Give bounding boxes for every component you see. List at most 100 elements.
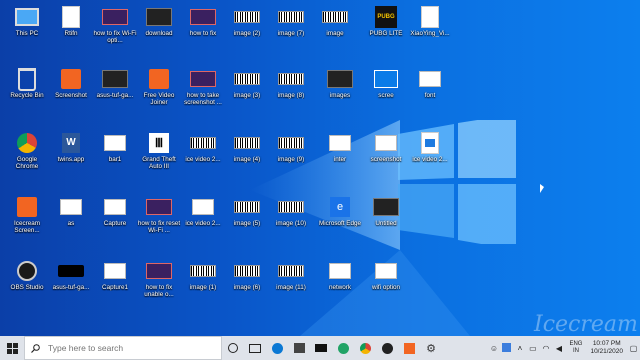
white-icon	[189, 196, 217, 218]
code-icon	[233, 260, 261, 282]
desktop-icon[interactable]: Rtifn	[49, 6, 93, 37]
desktop-icon[interactable]: ice video 2...	[408, 132, 452, 163]
desktop-icon[interactable]: how to fix Wi-Fi opti...	[93, 6, 137, 44]
desktop-icon-label: Google Chrome	[15, 156, 39, 171]
desktop-icon-label: Free Video Joiner	[143, 92, 175, 107]
obs-icon[interactable]	[376, 336, 398, 360]
desktop-icon[interactable]: image (6)	[225, 260, 269, 291]
chevron-up-icon[interactable]: ˄	[513, 344, 526, 353]
desktop-icon[interactable]: image	[313, 6, 357, 37]
desktop-icon[interactable]: network	[318, 260, 362, 291]
dark-icon	[145, 6, 173, 28]
windows-icon	[6, 342, 18, 354]
dark-icon	[101, 68, 129, 90]
desktop-icon-label: image (10)	[275, 220, 307, 227]
desktop-icon[interactable]: Capture1	[93, 260, 137, 291]
desktop-icon-label: how to fix	[189, 30, 217, 37]
teams-icon[interactable]	[332, 336, 354, 360]
wifi-icon[interactable]: ◠	[539, 344, 552, 353]
desktop-icon-label: scree	[378, 92, 394, 99]
notifications-icon[interactable]: ▢	[627, 344, 640, 353]
desktop-icon-label: image (6)	[233, 284, 261, 291]
desktop-icon[interactable]: how to take screenshot ...	[181, 68, 225, 106]
code-icon	[277, 6, 305, 28]
desktop-icon-label: image (3)	[233, 92, 261, 99]
desktop-icon[interactable]: Recycle Bin	[5, 67, 49, 99]
desktop-icon[interactable]: Ⅲ Grand Theft Auto III	[137, 132, 181, 170]
desktop-icon[interactable]: image (1)	[181, 260, 225, 291]
taskbar-search[interactable]	[24, 336, 222, 360]
pink-icon	[145, 196, 173, 218]
desktop-icon[interactable]: inter	[318, 132, 362, 163]
desktop-icon-label: Screenshot	[55, 92, 87, 99]
desktop-icon[interactable]: e Microsoft Edge	[318, 196, 362, 227]
people-icon[interactable]: ☺	[487, 344, 500, 353]
desktop-icon[interactable]: OBS Studio	[5, 260, 49, 291]
volume-icon[interactable]: ◀	[552, 344, 565, 353]
desktop-icon[interactable]: wifi option	[364, 260, 408, 291]
white-icon	[57, 196, 85, 218]
desktop-icon[interactable]: image (3)	[225, 68, 269, 99]
desktop-icon[interactable]: bar1	[93, 132, 137, 163]
desktop-icon[interactable]: This PC	[5, 6, 49, 37]
desktop-icon-label: how to fix unable o...	[144, 284, 174, 299]
shot-icon	[372, 68, 400, 90]
store-icon[interactable]	[288, 336, 310, 360]
desktop-icon[interactable]: Free Video Joiner	[137, 68, 181, 106]
white-icon	[101, 132, 129, 154]
desktop-icon[interactable]: image (4)	[225, 132, 269, 163]
desktop-icon-label: ice video 2...	[412, 156, 448, 163]
task-view-icon[interactable]	[244, 336, 266, 360]
desktop-icon[interactable]: Capture	[93, 196, 137, 227]
desktop-icon[interactable]: image (11)	[269, 260, 313, 291]
settings-icon[interactable]: ⚙	[420, 336, 442, 360]
desktop-icon[interactable]: image (9)	[269, 132, 313, 163]
desktop[interactable]: This PC Rtifn how to fix Wi-Fi opti... down…	[0, 0, 640, 336]
desktop-icon-label: screenshot	[370, 156, 402, 163]
desktop-icon[interactable]: asus-tuf-ga...	[93, 68, 137, 99]
desktop-icon-label: image (4)	[233, 156, 261, 163]
desktop-icon[interactable]: font	[408, 68, 452, 99]
desktop-icon[interactable]: image (5)	[225, 196, 269, 227]
desktop-icon[interactable]: scree	[364, 68, 408, 99]
mail-icon[interactable]	[310, 336, 332, 360]
cortana-icon[interactable]	[222, 336, 244, 360]
chrome-icon[interactable]	[354, 336, 376, 360]
start-button[interactable]	[0, 336, 24, 360]
code-icon	[189, 260, 217, 282]
search-input[interactable]	[46, 342, 210, 354]
desktop-icon[interactable]: image (8)	[269, 68, 313, 99]
desktop-icon[interactable]: as	[49, 196, 93, 227]
desktop-icon[interactable]: Screenshot	[49, 68, 93, 99]
battery-icon[interactable]: ▭	[526, 344, 539, 353]
desktop-icon[interactable]: download	[137, 6, 181, 37]
desktop-icon[interactable]: how to fix reset Wi-Fi ...	[137, 196, 181, 234]
edge-icon[interactable]	[266, 336, 288, 360]
desktop-icon[interactable]: screenshot	[364, 132, 408, 163]
desktop-icon[interactable]: how to fix	[181, 6, 225, 37]
dark-icon	[326, 68, 354, 90]
desktop-icon[interactable]: Untitled	[364, 196, 408, 227]
desktop-icon[interactable]: ice video 2...	[181, 196, 225, 227]
desktop-icon[interactable]: Wtwins.app	[49, 132, 93, 163]
clock[interactable]: 10:07 PM 10/21/2020	[590, 340, 623, 356]
language-indicator[interactable]: ENG IN	[569, 341, 582, 355]
desktop-icon[interactable]: Google Chrome	[5, 132, 49, 170]
orange-icon	[13, 196, 41, 218]
desktop-icon[interactable]: image (7)	[269, 6, 313, 37]
desktop-icon[interactable]: asus-tuf-ga...	[49, 260, 93, 291]
desktop-icon[interactable]: how to fix unable o...	[137, 260, 181, 298]
desktop-icon[interactable]: PUBG PUBG LITE	[364, 6, 408, 37]
desktop-icon[interactable]: Icecream Screen...	[5, 196, 49, 234]
desktop-icon[interactable]: XiaoYing_Vi...	[408, 6, 452, 37]
desktop-icon-label: wifi option	[371, 284, 400, 291]
desktop-icon-label: ice video 2...	[185, 156, 221, 163]
kb-icon	[57, 260, 85, 282]
desktop-icon[interactable]: ice video 2...	[181, 132, 225, 163]
mouse-cursor	[540, 184, 544, 193]
desktop-icon[interactable]: images	[318, 68, 362, 99]
icecream-icon[interactable]	[398, 336, 420, 360]
desktop-icon[interactable]: image (10)	[269, 196, 313, 227]
app-tray-icon[interactable]	[500, 342, 513, 354]
desktop-icon[interactable]: image (2)	[225, 6, 269, 37]
